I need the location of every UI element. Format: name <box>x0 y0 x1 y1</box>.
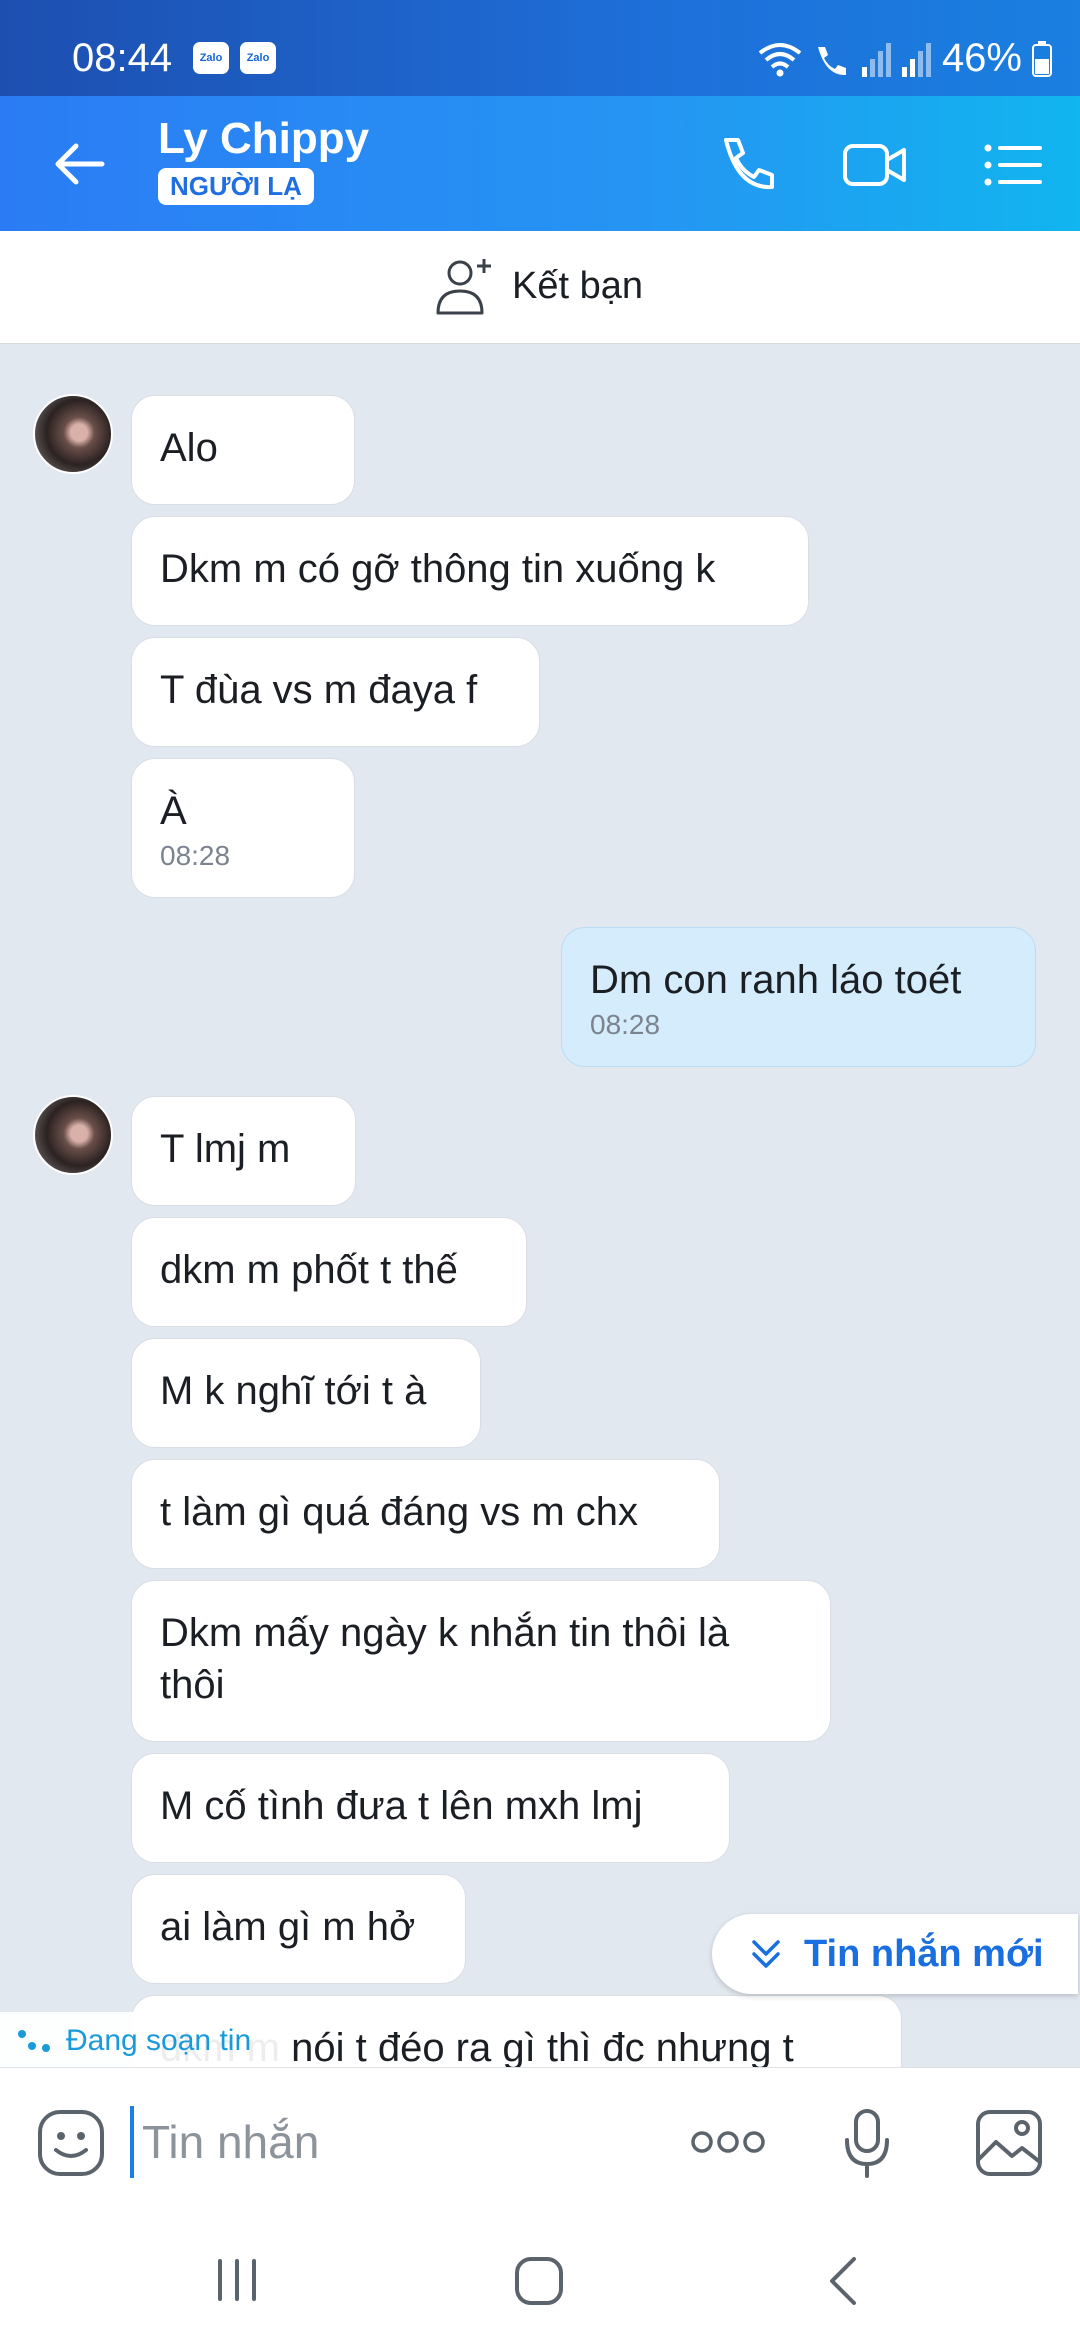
contact-avatar[interactable] <box>33 1095 113 1175</box>
message-input[interactable] <box>130 2106 664 2178</box>
microphone-icon[interactable] <box>842 2108 892 2180</box>
typing-indicator: Đang soạn tin <box>0 2012 290 2070</box>
typing-label: Đang soạn tin <box>66 2024 252 2057</box>
stranger-badge: NGƯỜI LẠ <box>158 168 314 205</box>
message-bubble-received[interactable]: dkm m phốt t thế <box>131 1217 527 1327</box>
back-nav-icon[interactable] <box>824 2255 864 2307</box>
new-messages-button[interactable]: Tin nhắn mới <box>712 1914 1078 1994</box>
message-bubble-received[interactable]: Dkm m có gỡ thông tin xuống k <box>131 516 809 626</box>
message-bubble-received[interactable]: M cố tình đưa t lên mxh lmj <box>131 1753 730 1863</box>
double-chevron-down-icon <box>752 1940 780 1968</box>
zalo-notification-icon: Zalo <box>240 42 276 74</box>
message-text: T lmj m <box>160 1127 291 1171</box>
recent-apps-icon[interactable] <box>212 2257 262 2303</box>
status-bar: 08:44 Zalo Zalo 46% <box>0 0 1080 96</box>
message-time: 08:28 <box>160 840 231 871</box>
message-bubble-received[interactable]: Alo <box>131 395 355 505</box>
status-time: 08:44 <box>72 36 173 80</box>
wifi-icon <box>758 42 802 76</box>
add-user-icon <box>436 259 491 315</box>
system-navigation-bar <box>0 2217 1080 2340</box>
message-bubble-received[interactable]: t làm gì quá đáng vs m chx <box>131 1459 720 1569</box>
message-text: Alo <box>160 426 218 470</box>
menu-list-icon[interactable] <box>980 132 1046 198</box>
chat-header: Ly Chippy NGƯỜI LẠ <box>0 96 1080 231</box>
message-bubble-received[interactable]: M k nghĩ tới t à <box>131 1338 481 1448</box>
add-friend-label: Kết bạn <box>512 264 643 307</box>
message-text: t làm gì quá đáng vs m chx <box>160 1490 639 1534</box>
home-icon[interactable] <box>513 2255 565 2307</box>
message-composer <box>0 2067 1080 2218</box>
message-text: À <box>160 789 187 833</box>
wifi-calling-icon <box>817 46 846 75</box>
message-text: M cố tình đưa t lên mxh lmj <box>160 1784 643 1828</box>
message-text: Dm con ranh láo toét <box>590 958 962 1002</box>
message-bubble-received[interactable]: T lmj m <box>131 1096 356 1206</box>
emoji-sticker-icon[interactable] <box>36 2108 106 2178</box>
new-messages-label: Tin nhắn mới <box>804 1932 1044 1975</box>
message-bubble-sent[interactable]: Dm con ranh láo toét 08:28 <box>561 927 1036 1067</box>
contact-avatar[interactable] <box>33 394 113 474</box>
signal-2-icon <box>901 42 931 77</box>
contact-name[interactable]: Ly Chippy <box>158 114 369 164</box>
back-arrow-icon[interactable] <box>48 132 112 196</box>
video-call-icon[interactable] <box>842 132 908 198</box>
message-text: Dkm mấy ngày k nhắn tin thôi là thôi <box>160 1611 730 1707</box>
message-text: T đùa vs m đaya f <box>160 668 478 712</box>
message-time: 08:28 <box>590 1009 661 1040</box>
more-options-icon[interactable] <box>688 2124 768 2160</box>
message-bubble-received[interactable]: À 08:28 <box>131 758 355 898</box>
signal-1-icon <box>861 42 891 77</box>
status-icons: 46% <box>758 36 1052 81</box>
battery-percent: 46% <box>941 36 1022 80</box>
message-text: M k nghĩ tới t à <box>160 1369 427 1413</box>
zalo-notification-icon: Zalo <box>193 42 229 74</box>
message-bubble-received[interactable]: Dkm mấy ngày k nhắn tin thôi là thôi <box>131 1580 831 1742</box>
image-gallery-icon[interactable] <box>974 2108 1044 2178</box>
message-text: ai làm gì m hở <box>160 1905 416 1949</box>
message-text: dkm m phốt t thế <box>160 1248 458 1292</box>
message-bubble-received[interactable]: ai làm gì m hở <box>131 1874 466 1984</box>
phone-call-icon[interactable] <box>712 132 778 198</box>
battery-icon <box>1032 40 1052 77</box>
add-friend-bar[interactable]: Kết bạn <box>0 231 1080 344</box>
message-list[interactable]: Alo Dkm m có gỡ thông tin xuống k T đùa … <box>0 343 1080 2067</box>
typing-dots-icon <box>18 2030 50 2052</box>
message-text: Dkm m có gỡ thông tin xuống k <box>160 547 716 591</box>
add-friend-button[interactable]: Kết bạn <box>434 255 643 317</box>
message-bubble-received[interactable]: T đùa vs m đaya f <box>131 637 540 747</box>
